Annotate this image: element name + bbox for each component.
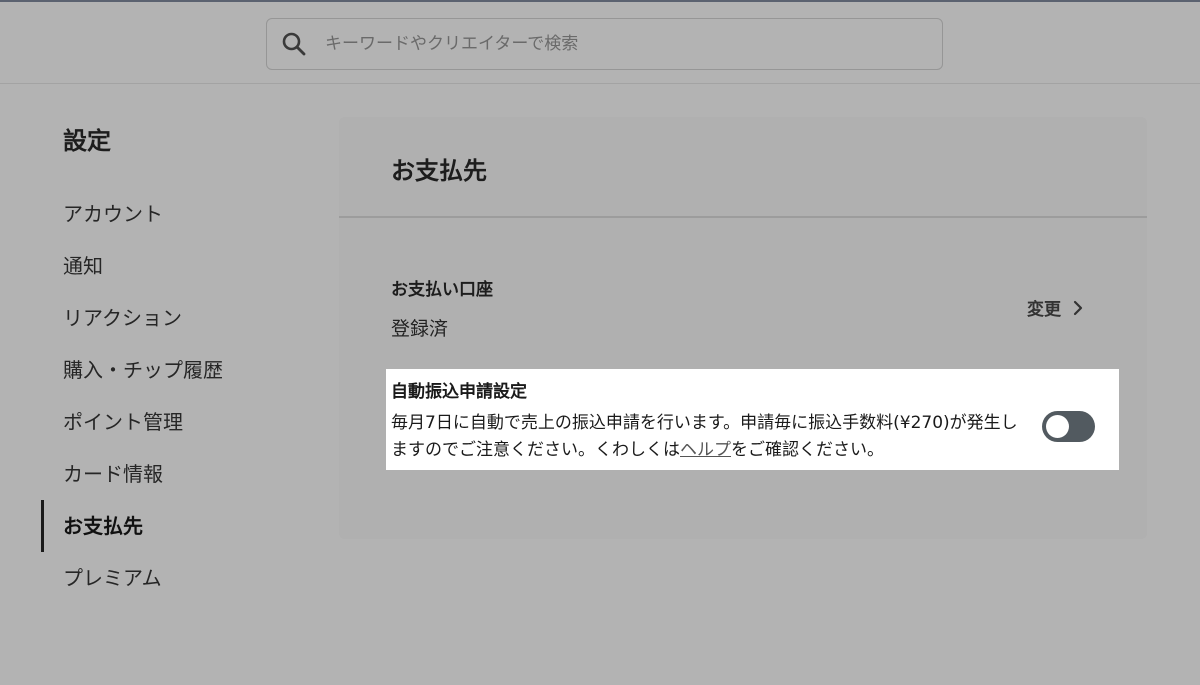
- search-icon: [282, 32, 306, 56]
- sidebar-item-purchase-history[interactable]: 購入・チップ履歴: [0, 344, 320, 396]
- search-input[interactable]: [323, 33, 887, 55]
- auto-transfer-title: 自動振込申請設定: [391, 382, 527, 402]
- card-header: お支払先: [339, 117, 1147, 218]
- sidebar-item-account[interactable]: アカウント: [0, 188, 320, 240]
- change-button[interactable]: 変更: [1027, 295, 1083, 320]
- payout-account-label: お支払い口座: [391, 280, 493, 300]
- payee-card: お支払先 お支払い口座 登録済 変更: [339, 117, 1147, 539]
- sidebar-item-card-info[interactable]: カード情報: [0, 448, 320, 500]
- auto-transfer-toggle[interactable]: [1042, 411, 1095, 442]
- auto-transfer-section: 自動振込申請設定 毎月7日に自動で売上の振込申請を行います。申請毎に振込手数料(…: [386, 369, 1119, 470]
- top-bar: [0, 0, 1200, 84]
- search-box[interactable]: [266, 18, 943, 70]
- auto-transfer-desc-tail: をご確認ください。: [731, 440, 884, 460]
- chevron-right-icon: [1073, 300, 1083, 315]
- change-label: 変更: [1027, 300, 1061, 320]
- page-title: お支払先: [391, 157, 487, 185]
- settings-title: 設定: [63, 127, 111, 155]
- sidebar-item-notifications[interactable]: 通知: [0, 240, 320, 292]
- settings-nav: アカウント 通知 リアクション 購入・チップ履歴 ポイント管理 カード情報 お支…: [0, 188, 320, 604]
- payout-account-status: 登録済: [391, 318, 449, 340]
- sidebar-item-payee[interactable]: お支払先: [0, 500, 320, 552]
- sidebar-item-reactions[interactable]: リアクション: [0, 292, 320, 344]
- help-link[interactable]: ヘルプ: [680, 440, 731, 460]
- sidebar-item-points[interactable]: ポイント管理: [0, 396, 320, 448]
- sidebar-item-premium[interactable]: プレミアム: [0, 552, 320, 604]
- toggle-knob: [1046, 415, 1069, 438]
- auto-transfer-description: 毎月7日に自動で売上の振込申請を行います。申請毎に振込手数料(¥270)が発生し…: [391, 410, 1021, 464]
